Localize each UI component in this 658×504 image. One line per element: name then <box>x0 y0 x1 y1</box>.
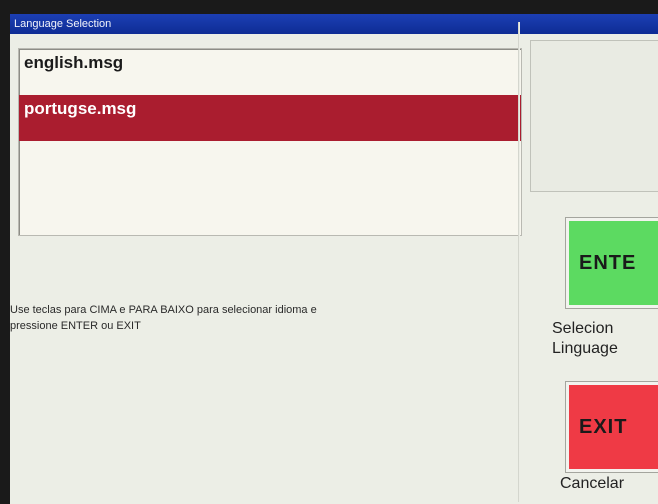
instructions-line-2: pressione ENTER ou EXIT <box>10 320 141 332</box>
exit-button-label: EXIT <box>579 415 628 438</box>
exit-caption: Cancelar <box>560 474 624 494</box>
right-info-panel <box>530 40 658 192</box>
list-item-label: portugse.msg <box>24 99 137 118</box>
enter-caption-line-1: Selecion <box>552 320 614 337</box>
enter-caption-line-2: Linguage <box>552 340 618 357</box>
enter-caption: Selecion Linguage <box>552 319 618 359</box>
monitor-screen: Language Selection english.msg portugse.… <box>0 0 658 504</box>
exit-button[interactable]: EXIT <box>565 381 658 473</box>
enter-button[interactable]: ENTE <box>565 217 658 309</box>
list-item-english[interactable]: english.msg <box>19 49 521 95</box>
enter-button-label: ENTE <box>579 251 637 274</box>
window-title: Language Selection <box>10 14 658 34</box>
instructions-line-1: Use teclas para CIMA e PARA BAIXO para s… <box>10 304 317 316</box>
language-list[interactable]: english.msg portugse.msg <box>18 48 522 236</box>
list-item-label: english.msg <box>24 53 124 72</box>
panel-divider <box>518 22 520 502</box>
instructions-text: Use teclas para CIMA e PARA BAIXO para s… <box>10 302 510 334</box>
list-item-portuguese[interactable]: portugse.msg <box>19 95 521 141</box>
exit-caption-line-1: Cancelar <box>560 475 625 492</box>
